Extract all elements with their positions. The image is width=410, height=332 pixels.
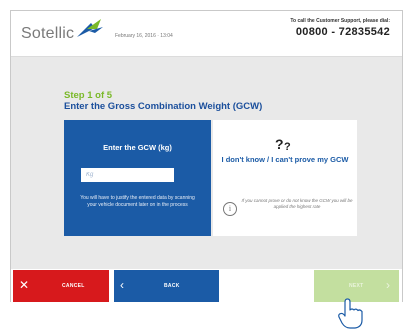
question-marks-icon: ? ?: [275, 136, 291, 152]
cancel-button[interactable]: ✕ CANCEL: [13, 270, 109, 302]
logo-icon: [77, 19, 103, 37]
info-icon: i: [223, 202, 237, 216]
back-button[interactable]: ‹ BACK: [114, 270, 219, 302]
justify-note: You will have to justify the entered dat…: [80, 195, 195, 208]
support-phone: 00800 - 72835542: [295, 26, 390, 38]
close-icon: ✕: [19, 278, 30, 292]
next-label: NEXT: [349, 283, 364, 289]
page-title: Enter the Gross Combination Weight (GCW): [64, 101, 263, 112]
svg-text:?: ?: [275, 136, 284, 152]
unknown-gcw-option[interactable]: ? ? I don't know / I can't prove my GCW …: [213, 120, 357, 236]
gcw-input[interactable]: [81, 168, 174, 182]
kiosk-screen: Sotellic February 16, 2016 · 13:04 To ca…: [10, 10, 403, 302]
cancel-label: CANCEL: [62, 283, 85, 289]
back-label: BACK: [164, 283, 180, 289]
date-time: February 16, 2016 · 13:04: [115, 33, 173, 39]
step-indicator: Step 1 of 5: [64, 90, 113, 101]
info-text: If you cannot prove or do not know the G…: [241, 198, 353, 209]
support-text: To call the Customer Support, please dia…: [290, 18, 390, 24]
svg-text:?: ?: [284, 141, 291, 152]
logo-text: Sotellic: [21, 25, 75, 42]
enter-gcw-card: Enter the GCW (kg) You will have to just…: [64, 120, 211, 236]
hand-pointer-icon: [338, 298, 363, 329]
unknown-gcw-label: I don't know / I can't prove my GCW: [221, 155, 349, 164]
chevron-left-icon: ‹: [120, 278, 125, 292]
enter-gcw-title: Enter the GCW (kg): [103, 143, 172, 152]
chevron-right-icon: ›: [386, 278, 391, 292]
header: Sotellic February 16, 2016 · 13:04 To ca…: [11, 11, 402, 57]
